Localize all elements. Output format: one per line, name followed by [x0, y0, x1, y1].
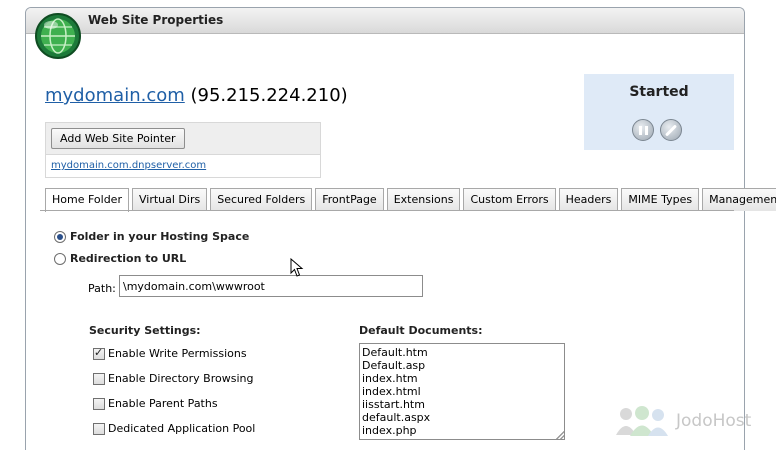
path-label: Path: [88, 282, 116, 295]
watermark-text: JodoHost [676, 411, 752, 431]
status-box: Started [584, 74, 734, 150]
parent-paths-label: Enable Parent Paths [108, 397, 218, 410]
app-pool-option[interactable]: Dedicated Application Pool [93, 422, 255, 435]
tab-management[interactable]: Management [702, 188, 776, 211]
tab-virtual-dirs[interactable]: Virtual Dirs [131, 188, 208, 211]
people-icon [616, 406, 668, 436]
panel-title: Web Site Properties [88, 13, 224, 27]
pointer-box: Add Web Site Pointer mydomain.com.dnpser… [45, 122, 321, 178]
status-text: Started [629, 84, 689, 100]
directory-browsing-label: Enable Directory Browsing [108, 372, 254, 385]
parent-paths-option[interactable]: Enable Parent Paths [93, 397, 218, 410]
folder-option-label: Folder in your Hosting Space [70, 230, 250, 243]
resize-grip-icon[interactable] [556, 431, 564, 439]
default-documents-heading: Default Documents: [359, 324, 483, 337]
security-settings-heading: Security Settings: [89, 324, 201, 337]
tab-custom-errors[interactable]: Custom Errors [463, 188, 556, 211]
redirect-option[interactable]: Redirection to URL [54, 252, 186, 265]
tab-home-folder[interactable]: Home Folder [45, 188, 129, 212]
tab-mime-types[interactable]: MIME Types [621, 188, 700, 211]
redirect-radio[interactable] [54, 252, 66, 265]
folder-radio[interactable] [54, 230, 66, 243]
tab-headers[interactable]: Headers [558, 188, 619, 211]
directory-browsing-checkbox[interactable] [93, 372, 105, 385]
tab-extensions[interactable]: Extensions [386, 188, 461, 211]
tab-bar: Home Folder Virtual Dirs Secured Folders… [45, 188, 776, 212]
pause-icon[interactable] [632, 119, 654, 141]
pointer-link[interactable]: mydomain.com.dnpserver.com [51, 160, 206, 171]
app-pool-label: Dedicated Application Pool [108, 422, 256, 435]
watermark: JodoHost [614, 405, 751, 437]
path-input[interactable] [119, 275, 423, 297]
tab-divider [40, 210, 734, 211]
site-heading: mydomain.com (95.215.224.210) [45, 85, 348, 106]
tab-frontpage[interactable]: FrontPage [315, 188, 384, 211]
parent-paths-checkbox[interactable] [93, 397, 105, 410]
domain-link[interactable]: mydomain.com [45, 85, 185, 106]
tab-secured-folders[interactable]: Secured Folders [210, 188, 313, 211]
write-permissions-label: Enable Write Permissions [108, 347, 247, 360]
add-web-site-pointer-button[interactable]: Add Web Site Pointer [51, 128, 185, 149]
redirect-option-label: Redirection to URL [70, 252, 187, 265]
folder-option[interactable]: Folder in your Hosting Space [54, 230, 249, 243]
mouse-cursor-icon [290, 258, 304, 277]
globe-icon [35, 13, 81, 59]
app-pool-checkbox[interactable] [93, 422, 105, 435]
stop-icon[interactable] [660, 119, 682, 141]
default-documents-textarea[interactable] [359, 343, 565, 440]
write-permissions-checkbox[interactable] [93, 346, 105, 360]
write-permissions-option[interactable]: Enable Write Permissions [93, 346, 247, 360]
site-ip: (95.215.224.210) [190, 85, 348, 106]
directory-browsing-option[interactable]: Enable Directory Browsing [93, 372, 253, 385]
